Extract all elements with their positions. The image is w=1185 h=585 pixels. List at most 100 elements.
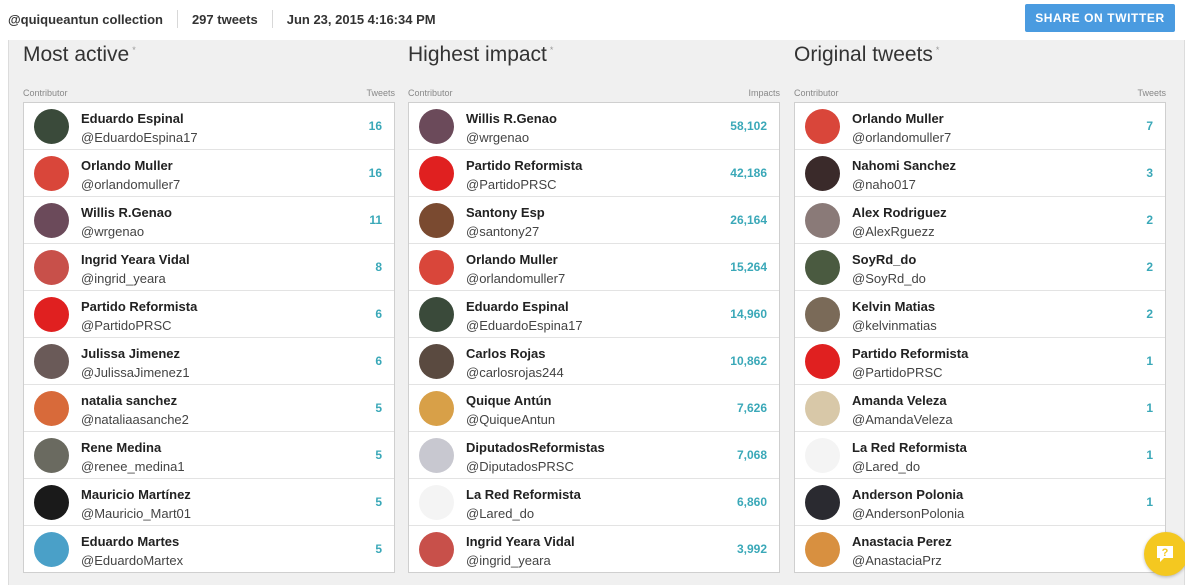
contributor-name[interactable]: Eduardo Espinal bbox=[81, 111, 184, 126]
contributor-row[interactable]: DiputadosReformistas @DiputadosPRSC 7,068 bbox=[409, 432, 779, 479]
contributor-row[interactable]: Anderson Polonia @AndersonPolonia 1 bbox=[795, 479, 1165, 526]
contributor-row[interactable]: Partido Reformista @PartidoPRSC 6 bbox=[24, 291, 394, 338]
share-on-twitter-button[interactable]: SHARE ON TWITTER bbox=[1025, 4, 1175, 32]
contributor-row[interactable]: Orlando Muller @orlandomuller7 15,264 bbox=[409, 244, 779, 291]
contributor-name[interactable]: Anderson Polonia bbox=[852, 487, 963, 502]
contributor-name[interactable]: Alex Rodriguez bbox=[852, 205, 947, 220]
avatar[interactable] bbox=[805, 203, 840, 238]
avatar[interactable] bbox=[805, 391, 840, 426]
contributor-row[interactable]: Orlando Muller @orlandomuller7 16 bbox=[24, 150, 394, 197]
avatar[interactable] bbox=[419, 297, 454, 332]
contributor-name[interactable]: Carlos Rojas bbox=[466, 346, 545, 361]
avatar[interactable] bbox=[34, 391, 69, 426]
avatar[interactable] bbox=[34, 109, 69, 144]
info-marker[interactable]: * bbox=[936, 45, 940, 55]
contributor-name[interactable]: Nahomi Sanchez bbox=[852, 158, 956, 173]
contributor-name[interactable]: Anastacia Perez bbox=[852, 534, 952, 549]
avatar[interactable] bbox=[419, 485, 454, 520]
contributor-row[interactable]: Eduardo Martes @EduardoMartex 5 bbox=[24, 526, 394, 572]
avatar[interactable] bbox=[34, 532, 69, 567]
contributor-row[interactable]: Ingrid Yeara Vidal @ingrid_yeara 3,992 bbox=[409, 526, 779, 572]
contributor-row[interactable]: La Red Reformista @Lared_do 6,860 bbox=[409, 479, 779, 526]
contributor-row[interactable]: Anastacia Perez @AnastaciaPrz bbox=[795, 526, 1165, 572]
avatar[interactable] bbox=[805, 109, 840, 144]
contributor-row[interactable]: Quique Antún @QuiqueAntun 7,626 bbox=[409, 385, 779, 432]
avatar[interactable] bbox=[419, 203, 454, 238]
contributor-row[interactable]: Eduardo Espinal @EduardoEspina17 14,960 bbox=[409, 291, 779, 338]
contributor-row[interactable]: Orlando Muller @orlandomuller7 7 bbox=[795, 103, 1165, 150]
contributor-handle[interactable]: @ingrid_yeara bbox=[466, 553, 551, 568]
avatar[interactable] bbox=[34, 344, 69, 379]
contributor-name[interactable]: SoyRd_do bbox=[852, 252, 916, 267]
contributor-handle[interactable]: @EduardoMartex bbox=[81, 553, 183, 568]
contributor-name[interactable]: Amanda Veleza bbox=[852, 393, 947, 408]
contributor-handle[interactable]: @EduardoEspina17 bbox=[466, 318, 583, 333]
contributor-name[interactable]: Eduardo Espinal bbox=[466, 299, 569, 314]
avatar[interactable] bbox=[419, 391, 454, 426]
contributor-row[interactable]: Alex Rodriguez @AlexRguezz 2 bbox=[795, 197, 1165, 244]
contributor-row[interactable]: Willis R.Genao @wrgenao 11 bbox=[24, 197, 394, 244]
contributor-name[interactable]: Santony Esp bbox=[466, 205, 545, 220]
contributor-row[interactable]: Eduardo Espinal @EduardoEspina17 16 bbox=[24, 103, 394, 150]
contributor-handle[interactable]: @nataliaasanche2 bbox=[81, 412, 189, 427]
contributor-row[interactable]: Carlos Rojas @carlosrojas244 10,862 bbox=[409, 338, 779, 385]
contributor-name[interactable]: La Red Reformista bbox=[852, 440, 967, 455]
avatar[interactable] bbox=[805, 532, 840, 567]
avatar[interactable] bbox=[34, 438, 69, 473]
contributor-name[interactable]: Kelvin Matias bbox=[852, 299, 935, 314]
contributor-name[interactable]: Rene Medina bbox=[81, 440, 161, 455]
contributor-row[interactable]: Willis R.Genao @wrgenao 58,102 bbox=[409, 103, 779, 150]
contributor-name[interactable]: Partido Reformista bbox=[852, 346, 968, 361]
contributor-handle[interactable]: @Lared_do bbox=[852, 459, 920, 474]
avatar[interactable] bbox=[419, 344, 454, 379]
contributor-handle[interactable]: @DiputadosPRSC bbox=[466, 459, 574, 474]
avatar[interactable] bbox=[34, 156, 69, 191]
contributor-handle[interactable]: @naho017 bbox=[852, 177, 916, 192]
info-marker[interactable]: * bbox=[550, 45, 554, 55]
contributor-name[interactable]: Partido Reformista bbox=[466, 158, 582, 173]
contributor-name[interactable]: Quique Antún bbox=[466, 393, 551, 408]
contributor-handle[interactable]: @renee_medina1 bbox=[81, 459, 185, 474]
contributor-row[interactable]: Ingrid Yeara Vidal @ingrid_yeara 8 bbox=[24, 244, 394, 291]
contributor-row[interactable]: Mauricio Martínez @Mauricio_Mart01 5 bbox=[24, 479, 394, 526]
avatar[interactable] bbox=[805, 438, 840, 473]
contributor-handle[interactable]: @wrgenao bbox=[466, 130, 529, 145]
contributor-row[interactable]: SoyRd_do @SoyRd_do 2 bbox=[795, 244, 1165, 291]
contributor-handle[interactable]: @ingrid_yeara bbox=[81, 271, 166, 286]
contributor-handle[interactable]: @EduardoEspina17 bbox=[81, 130, 198, 145]
contributor-row[interactable]: Santony Esp @santony27 26,164 bbox=[409, 197, 779, 244]
contributor-handle[interactable]: @Lared_do bbox=[466, 506, 534, 521]
contributor-handle[interactable]: @AnastaciaPrz bbox=[852, 553, 942, 568]
contributor-handle[interactable]: @PartidoPRSC bbox=[466, 177, 557, 192]
avatar[interactable] bbox=[34, 297, 69, 332]
contributor-name[interactable]: Willis R.Genao bbox=[466, 111, 557, 126]
contributor-row[interactable]: Nahomi Sanchez @naho017 3 bbox=[795, 150, 1165, 197]
avatar[interactable] bbox=[805, 156, 840, 191]
contributor-name[interactable]: Julissa Jimenez bbox=[81, 346, 180, 361]
contributor-handle[interactable]: @SoyRd_do bbox=[852, 271, 926, 286]
contributor-handle[interactable]: @PartidoPRSC bbox=[852, 365, 943, 380]
contributor-name[interactable]: Partido Reformista bbox=[81, 299, 197, 314]
contributor-row[interactable]: Partido Reformista @PartidoPRSC 42,186 bbox=[409, 150, 779, 197]
contributor-handle[interactable]: @PartidoPRSC bbox=[81, 318, 172, 333]
avatar[interactable] bbox=[34, 485, 69, 520]
contributor-handle[interactable]: @Mauricio_Mart01 bbox=[81, 506, 191, 521]
avatar[interactable] bbox=[34, 250, 69, 285]
contributor-row[interactable]: Kelvin Matias @kelvinmatias 2 bbox=[795, 291, 1165, 338]
avatar[interactable] bbox=[805, 297, 840, 332]
contributor-row[interactable]: Rene Medina @renee_medina1 5 bbox=[24, 432, 394, 479]
contributor-handle[interactable]: @orlandomuller7 bbox=[466, 271, 565, 286]
contributor-name[interactable]: Ingrid Yeara Vidal bbox=[81, 252, 190, 267]
contributor-name[interactable]: Ingrid Yeara Vidal bbox=[466, 534, 575, 549]
contributor-row[interactable]: Partido Reformista @PartidoPRSC 1 bbox=[795, 338, 1165, 385]
avatar[interactable] bbox=[34, 203, 69, 238]
contributor-row[interactable]: Julissa Jimenez @JulissaJimenez1 6 bbox=[24, 338, 394, 385]
contributor-name[interactable]: La Red Reformista bbox=[466, 487, 581, 502]
info-marker[interactable]: * bbox=[132, 45, 136, 55]
contributor-handle[interactable]: @kelvinmatias bbox=[852, 318, 937, 333]
contributor-name[interactable]: Orlando Muller bbox=[81, 158, 173, 173]
contributor-name[interactable]: DiputadosReformistas bbox=[466, 440, 605, 455]
avatar[interactable] bbox=[419, 156, 454, 191]
avatar[interactable] bbox=[805, 250, 840, 285]
contributor-handle[interactable]: @AndersonPolonia bbox=[852, 506, 964, 521]
